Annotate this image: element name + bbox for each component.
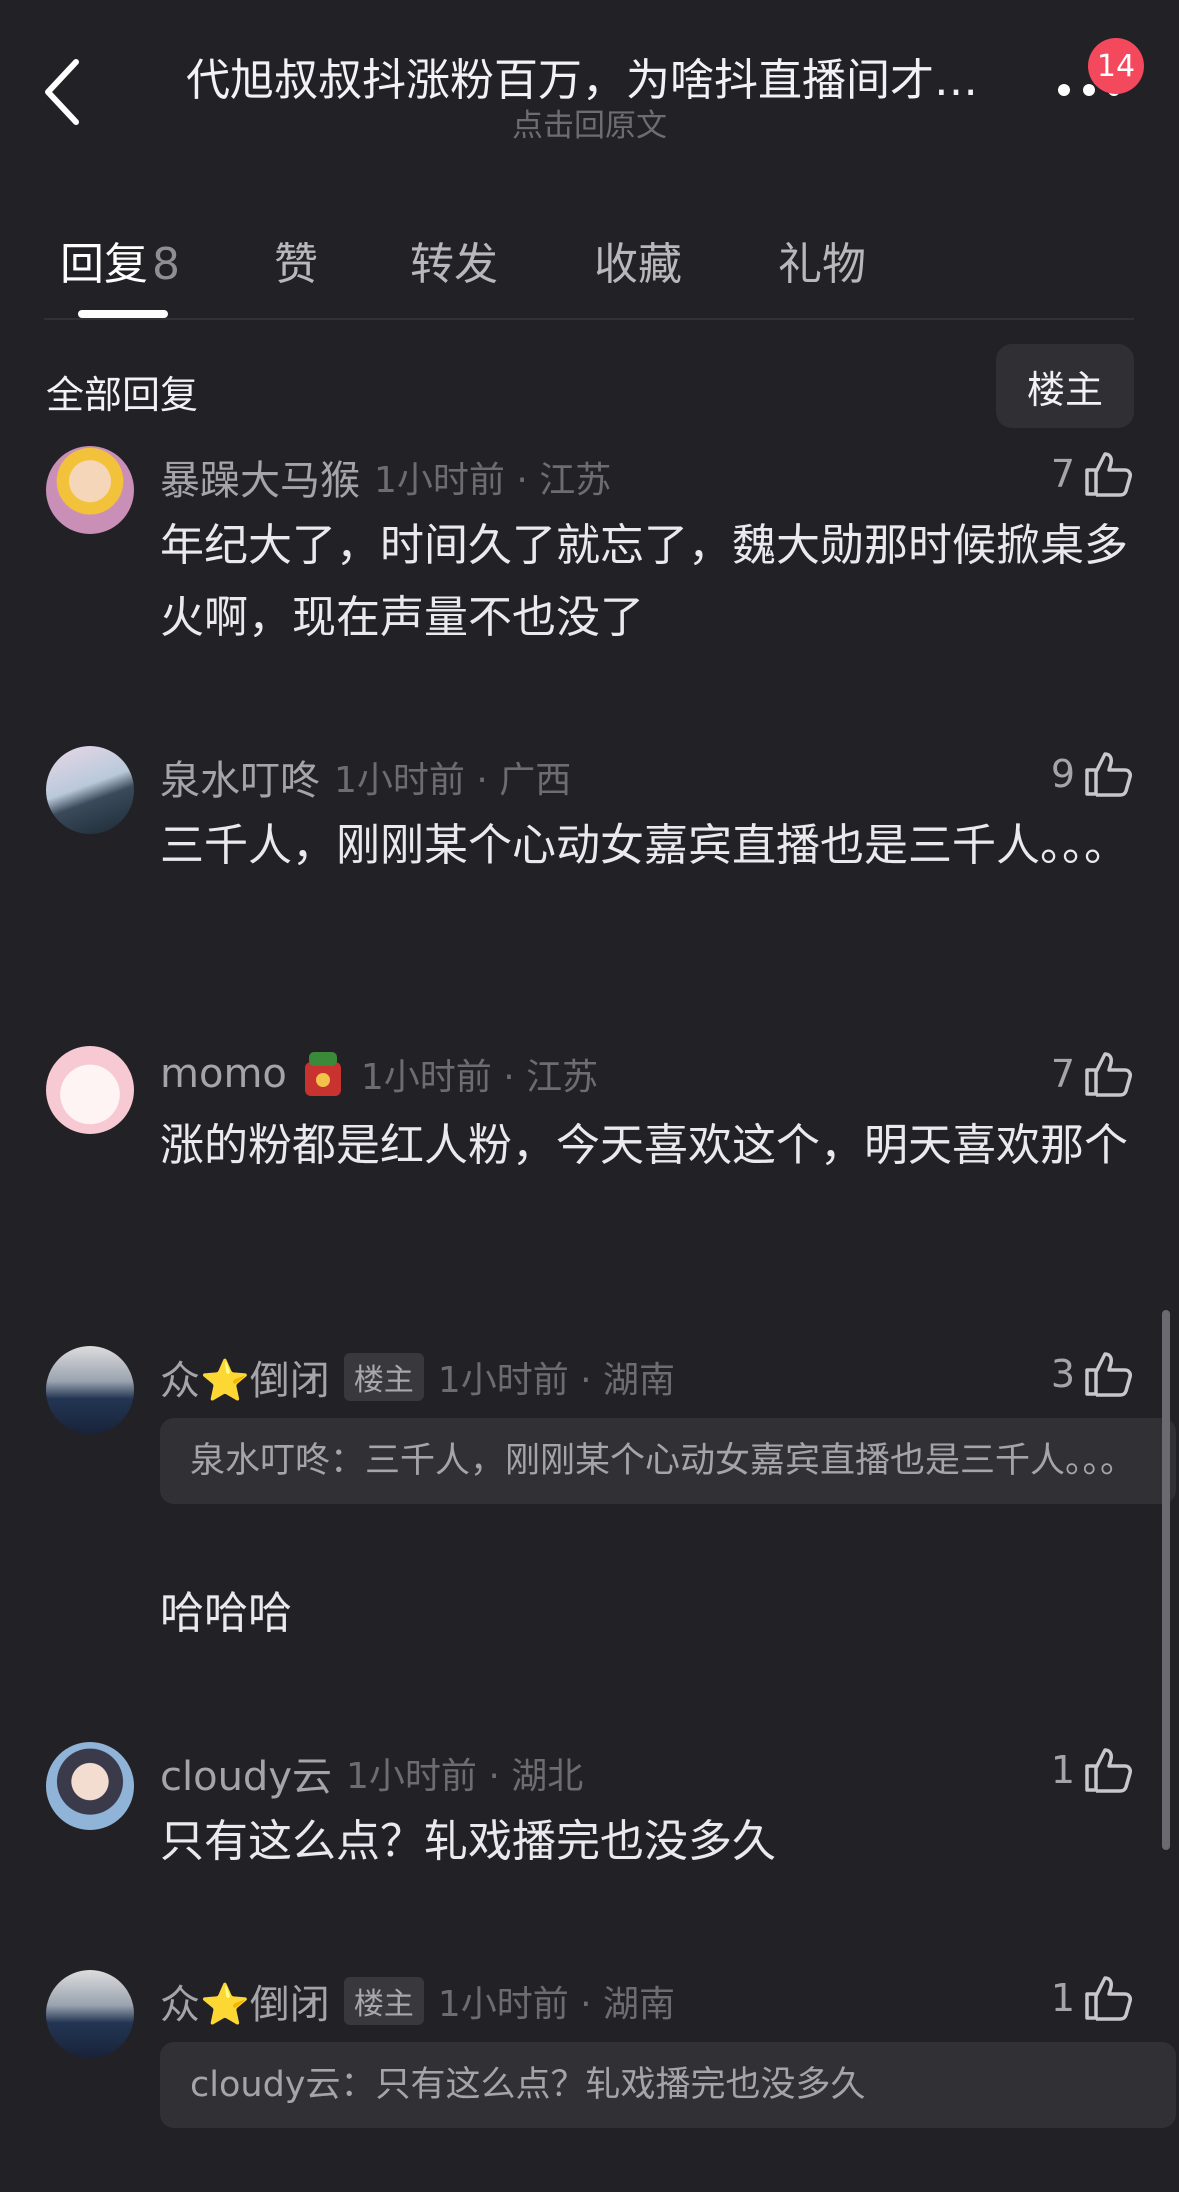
avatar[interactable] <box>46 1742 134 1830</box>
quoted-comment[interactable]: cloudy云：只有这么点？轧戏播完也没多久 <box>160 2042 1176 2128</box>
like-button[interactable]: 1 <box>1051 1974 1133 2022</box>
username[interactable]: cloudy云 <box>160 1744 332 1802</box>
all-replies-heading: 全部回复 <box>46 373 199 417</box>
comment-meta: 泉水叮咚 1小时前 · 广西 <box>160 748 571 806</box>
comment-meta: 众⭐倒闭 楼主 1小时前 · 湖南 <box>160 1348 675 1406</box>
tab-reposts[interactable]: 转发 <box>410 228 498 292</box>
thumbs-up-icon <box>1085 452 1132 497</box>
thumbs-up-icon <box>1085 1748 1132 1793</box>
avatar[interactable] <box>46 1346 134 1434</box>
username[interactable]: 众⭐倒闭 <box>160 1972 330 2030</box>
thumbs-up-icon <box>1085 1052 1132 1097</box>
comment-meta: 众⭐倒闭 楼主 1小时前 · 湖南 <box>160 1972 675 2030</box>
like-count: 1 <box>1050 1748 1075 1792</box>
tab-replies-count: 8 <box>152 239 180 290</box>
avatar[interactable] <box>46 746 134 834</box>
like-count: 7 <box>1050 1052 1075 1096</box>
like-count: 9 <box>1050 752 1075 796</box>
thumbs-up-icon <box>1085 1976 1132 2021</box>
comment-time: 1小时前 · 广西 <box>334 760 572 801</box>
tab-favorites[interactable]: 收藏 <box>594 228 682 292</box>
comment-text: 年纪大了，时间久了就忘了，魏大勋那时候掀桌多火啊，现在声量不也没了 <box>160 520 1128 643</box>
avatar[interactable] <box>46 1046 134 1134</box>
page-title: 代旭叔叔抖涨粉百万，为啥抖直播间才… <box>186 55 978 106</box>
username[interactable]: 暴躁大马猴 <box>160 448 360 506</box>
gift-badge-icon <box>304 1052 341 1096</box>
tab-likes[interactable]: 赞 <box>274 228 318 292</box>
avatar[interactable] <box>46 446 134 534</box>
like-button[interactable]: 1 <box>1051 1746 1133 1794</box>
comment-meta: cloudy云 1小时前 · 湖北 <box>160 1744 583 1802</box>
comment-time: 1小时前 · 江苏 <box>374 460 612 501</box>
like-button[interactable]: 9 <box>1051 750 1133 798</box>
active-tab-indicator <box>78 310 168 318</box>
owner-only-button[interactable]: 楼主 <box>996 344 1134 428</box>
quoted-comment[interactable]: 泉水叮咚：三千人，刚刚某个心动女嘉宾直播也是三千人。。。 <box>160 1418 1176 1504</box>
like-count: 7 <box>1050 452 1075 496</box>
scrollbar[interactable] <box>1162 1310 1170 1850</box>
avatar[interactable] <box>46 1970 134 2058</box>
like-button[interactable]: 3 <box>1051 1350 1133 1398</box>
username[interactable]: momo <box>160 1051 287 1097</box>
owner-tag: 楼主 <box>343 1353 424 1401</box>
tab-replies-label: 回复 <box>60 239 148 290</box>
thumbs-up-icon <box>1085 752 1132 797</box>
comment-text: 涨的粉都是红人粉，今天喜欢这个，明天喜欢那个 <box>160 1120 1128 1171</box>
username[interactable]: 众⭐倒闭 <box>160 1348 330 1406</box>
comment-time: 1小时前 · 湖南 <box>437 1984 676 2025</box>
tab-replies[interactable]: 回复8 <box>60 228 180 292</box>
like-button[interactable]: 7 <box>1051 450 1133 498</box>
tabs-divider <box>44 318 1134 320</box>
username[interactable]: 泉水叮咚 <box>160 748 320 806</box>
comment-time: 1小时前 · 江苏 <box>360 1057 599 1098</box>
like-count: 1 <box>1050 1976 1075 2020</box>
comment-time: 1小时前 · 湖南 <box>437 1360 676 1401</box>
thumbs-up-icon <box>1085 1352 1132 1397</box>
comment-text: 哈哈哈 <box>160 1588 292 1639</box>
owner-tag: 楼主 <box>343 1977 424 2025</box>
comment-meta: 暴躁大马猴 1小时前 · 江苏 <box>160 448 611 506</box>
tab-gifts[interactable]: 礼物 <box>778 228 866 292</box>
comment-time: 1小时前 · 湖北 <box>346 1756 584 1797</box>
like-button[interactable]: 7 <box>1051 1050 1133 1098</box>
comment-text: 只有这么点？轧戏播完也没多久 <box>160 1816 776 1867</box>
comment-text: 三千人，刚刚某个心动女嘉宾直播也是三千人。。。 <box>160 820 1128 871</box>
comment-meta: momo 1小时前 · 江苏 <box>160 1048 598 1100</box>
like-count: 3 <box>1050 1352 1075 1396</box>
back-to-original-link[interactable]: 点击回原文 <box>0 100 1179 145</box>
notification-badge: 14 <box>1088 38 1144 94</box>
